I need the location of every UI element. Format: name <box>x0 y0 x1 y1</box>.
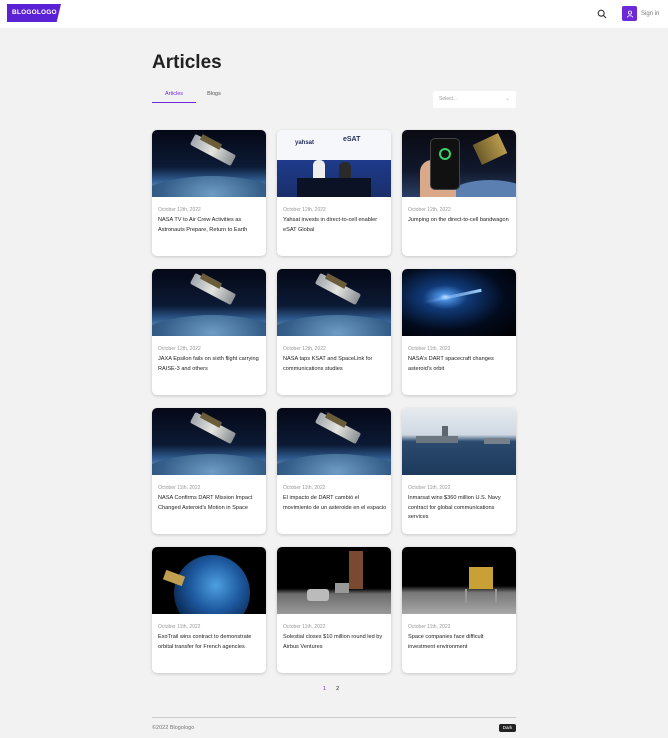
article-thumbnail <box>152 130 266 197</box>
article-card[interactable]: October 11th, 2022 Space companies face … <box>402 547 516 673</box>
footer-divider <box>152 717 516 718</box>
article-title[interactable]: Inmarsat wins $360 million U.S. Navy con… <box>408 494 512 523</box>
article-title[interactable]: NASA Confirms DART Mission Impact Change… <box>158 494 262 513</box>
article-date: October 12th, 2022 <box>158 346 201 352</box>
dark-mode-toggle[interactable]: Dark <box>499 724 516 732</box>
article-thumbnail <box>277 408 391 475</box>
article-card[interactable]: October 11th, 2022 El impacto de DART ca… <box>277 408 391 534</box>
tab-articles[interactable]: Articles <box>152 88 196 103</box>
sort-select-placeholder: Select... <box>439 96 458 102</box>
article-date: October 12th, 2022 <box>158 207 201 213</box>
article-date: October 11th, 2022 <box>408 346 451 352</box>
article-date: October 12th, 2022 <box>283 346 326 352</box>
article-thumbnail <box>402 269 516 336</box>
article-thumbnail <box>402 547 516 614</box>
article-date: October 11th, 2022 <box>158 485 201 491</box>
article-title[interactable]: NASA taps KSAT and SpaceLink for communi… <box>283 355 387 374</box>
article-card[interactable]: yahsat eSAT October 12th, 2022 Yahsat in… <box>277 130 391 256</box>
search-icon[interactable] <box>597 9 607 19</box>
article-title[interactable]: Solestial closes $10 million round led b… <box>283 633 387 652</box>
article-card[interactable]: October 12th, 2022 NASA taps KSAT and Sp… <box>277 269 391 395</box>
article-date: October 11th, 2022 <box>408 485 451 491</box>
sort-select[interactable]: Select... ⌄ <box>433 91 516 108</box>
article-title[interactable]: JAXA Epsilon fails on sixth flight carry… <box>158 355 262 374</box>
article-title[interactable]: NASA TV to Air Crew Activities as Astron… <box>158 216 262 235</box>
article-title[interactable]: NASA's DART spacecraft changes asteroid'… <box>408 355 512 374</box>
article-card[interactable]: October 12th, 2022 NASA TV to Air Crew A… <box>152 130 266 256</box>
sign-in-button[interactable]: Sign in <box>622 5 659 22</box>
article-date: October 11th, 2022 <box>158 624 201 630</box>
article-title[interactable]: El impacto de DART cambió el movimiento … <box>283 494 387 513</box>
article-thumbnail <box>402 408 516 475</box>
page-1-link[interactable]: 1 <box>323 686 326 692</box>
article-title[interactable]: Jumping on the direct-to-cell bandwagon <box>408 216 512 226</box>
esat-logo: eSAT <box>343 136 361 143</box>
article-thumbnail <box>277 547 391 614</box>
page-2-link[interactable]: 2 <box>336 686 339 692</box>
article-card[interactable]: October 12th, 2022 Jumping on the direct… <box>402 130 516 256</box>
sign-in-label: Sign in <box>641 10 660 17</box>
top-navbar: BLOGOLOGO Sign in <box>0 0 668 28</box>
article-card[interactable]: October 11th, 2022 NASA Confirms DART Mi… <box>152 408 266 534</box>
user-icon <box>622 6 637 21</box>
article-date: October 12th, 2022 <box>408 207 451 213</box>
article-card[interactable]: October 11th, 2022 Solestial closes $10 … <box>277 547 391 673</box>
article-thumbnail: yahsat eSAT <box>277 130 391 197</box>
article-thumbnail <box>152 408 266 475</box>
article-title[interactable]: Space companies face difficult investmen… <box>408 633 512 652</box>
tab-blogs[interactable]: Blogs <box>200 88 228 103</box>
article-thumbnail <box>152 269 266 336</box>
article-date: October 12th, 2022 <box>283 207 326 213</box>
article-date: October 11th, 2022 <box>283 485 326 491</box>
article-title[interactable]: ExoTrail wins contract to demonstrate or… <box>158 633 262 652</box>
content-tabs: Articles Blogs <box>152 88 228 104</box>
yahsat-logo: yahsat <box>295 140 315 146</box>
article-card[interactable]: October 12th, 2022 JAXA Epsilon fails on… <box>152 269 266 395</box>
page-title: Articles <box>152 52 222 73</box>
article-date: October 11th, 2022 <box>283 624 326 630</box>
article-title[interactable]: Yahsat invests in direct-to-cell enabler… <box>283 216 387 235</box>
copyright: ©2022 Blogologo <box>152 725 195 731</box>
article-thumbnail <box>402 130 516 197</box>
article-card[interactable]: October 11th, 2022 ExoTrail wins contrac… <box>152 547 266 673</box>
chevron-down-icon: ⌄ <box>504 96 510 102</box>
logo[interactable]: BLOGOLOGO <box>7 4 61 22</box>
article-thumbnail <box>152 547 266 614</box>
article-date: October 11th, 2022 <box>408 624 451 630</box>
pagination: 1 2 <box>323 686 339 692</box>
article-thumbnail <box>277 269 391 336</box>
article-card[interactable]: October 11th, 2022 NASA's DART spacecraf… <box>402 269 516 395</box>
article-card[interactable]: October 11th, 2022 Inmarsat wins $360 mi… <box>402 408 516 534</box>
